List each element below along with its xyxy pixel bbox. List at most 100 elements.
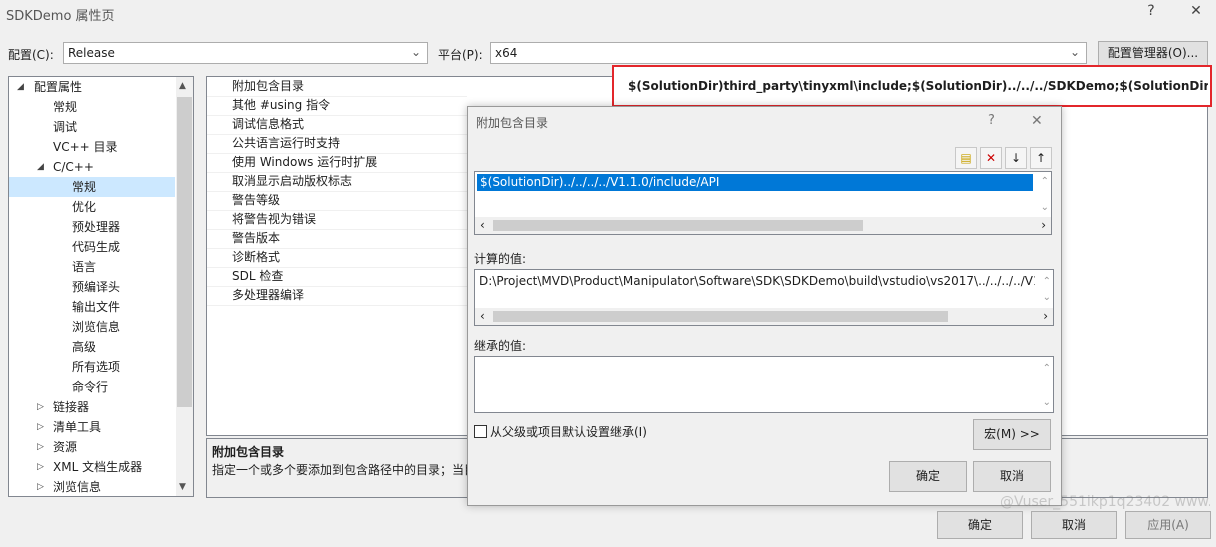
tree-item[interactable]: 常规 [9, 177, 175, 197]
computed-label: 计算的值: [474, 252, 527, 266]
scroll-up-icon[interactable]: ▲ [179, 81, 186, 91]
tree-item[interactable]: ▷ 链接器 [9, 397, 175, 417]
tree-item[interactable]: 常规 [9, 97, 175, 117]
property-name: 将警告视为错误 [232, 212, 317, 226]
computed-hscroll[interactable]: ‹ › [475, 308, 1053, 325]
scroll-left-icon[interactable]: ‹ [480, 309, 485, 323]
tree-item[interactable]: 预编译头 [9, 277, 175, 297]
description-text: 指定一个或多个要添加到包含路径中的目录；当目 [212, 463, 477, 477]
property-row[interactable]: 诊断格式 [207, 248, 467, 268]
property-row[interactable]: 警告版本 [207, 229, 467, 249]
tree-item[interactable]: 语言 [9, 257, 175, 277]
tree-item[interactable]: ▷ 资源 [9, 437, 175, 457]
tree-item-label: 常规 [53, 100, 78, 114]
list-item[interactable]: $(SolutionDir)../../../../V1.1.0/include… [477, 174, 1033, 191]
ok-button[interactable]: 确定 [937, 511, 1023, 539]
property-row[interactable]: 公共语言运行时支持 [207, 134, 467, 154]
delete-icon[interactable]: ✕ [980, 147, 1002, 169]
property-row[interactable]: 其他 #using 指令 [207, 96, 467, 116]
tree-item[interactable]: 代码生成 [9, 237, 175, 257]
config-manager-button[interactable]: 配置管理器(O)... [1098, 41, 1208, 66]
property-tree: ◢ 配置属性 常规 调试 VC++ 目录 ◢ C/C++ 常规 优化 预处理器 代码生成 语言 预编译头… [8, 76, 194, 497]
property-name: 附加包含目录 [232, 79, 305, 93]
dialog-ok-button[interactable]: 确定 [889, 461, 967, 492]
tree-item-label: 预处理器 [72, 220, 121, 234]
property-name: 其他 #using 指令 [232, 98, 331, 112]
tree-item-label: 浏览信息 [53, 480, 102, 494]
chevron-down-icon: ⌄ [410, 45, 421, 59]
tree-item[interactable]: 优化 [9, 197, 175, 217]
scroll-thumb[interactable] [177, 97, 192, 407]
tree-item-label: VC++ 目录 [53, 140, 118, 154]
dialog-close-button[interactable]: ✕ [1031, 113, 1043, 129]
tree-item[interactable]: 所有选项 [9, 357, 175, 377]
scroll-down-icon[interactable]: ▼ [179, 482, 186, 492]
close-button[interactable]: ✕ [1183, 3, 1209, 23]
title-bar: SDKDemo 属性页 ? ✕ [0, 0, 1216, 26]
scroll-up-icon[interactable]: ⌃ [1043, 363, 1051, 374]
highlighted-value[interactable]: $(SolutionDir)third_party\tinyxml\includ… [628, 79, 1208, 93]
tree-expander-icon[interactable]: ▷ [37, 417, 44, 437]
property-row[interactable]: 取消显示启动版权标志 [207, 172, 467, 192]
include-dirs-dialog: 附加包含目录 ? ✕ ▤ ✕ ↓ ↑ $(SolutionDir)../../.… [467, 106, 1062, 506]
scroll-left-icon[interactable]: ‹ [480, 218, 485, 232]
tree-item[interactable]: 浏览信息 [9, 317, 175, 337]
help-button[interactable]: ? [1138, 3, 1164, 23]
tree-item[interactable]: ▷ 清单工具 [9, 417, 175, 437]
property-row[interactable]: 将警告视为错误 [207, 210, 467, 230]
scroll-right-icon[interactable]: › [1043, 309, 1048, 323]
tree-expander-icon[interactable]: ▷ [37, 437, 44, 457]
property-row[interactable]: 使用 Windows 运行时扩展 [207, 153, 467, 173]
scroll-down-icon[interactable]: ⌄ [1043, 397, 1051, 408]
hscroll-thumb[interactable] [493, 220, 863, 231]
highlighted-value-box: $(SolutionDir)third_party\tinyxml\includ… [612, 65, 1212, 107]
tree-item[interactable]: ▷ 浏览信息 [9, 477, 175, 496]
scroll-down-icon[interactable]: ⌄ [1041, 202, 1049, 213]
inherited-value-box: ⌃ ⌄ [474, 356, 1054, 413]
entries-list[interactable]: $(SolutionDir)../../../../V1.1.0/include… [474, 171, 1052, 235]
inherit-checkbox[interactable] [474, 425, 487, 438]
scroll-down-icon[interactable]: ⌄ [1043, 292, 1051, 303]
apply-button[interactable]: 应用(A) [1125, 511, 1211, 539]
tree-item[interactable]: ▷ XML 文档生成器 [9, 457, 175, 477]
property-row[interactable]: 调试信息格式 [207, 115, 467, 135]
tree-scrollbar[interactable]: ▲ ▼ [176, 77, 193, 496]
entries-hscroll[interactable]: ‹ › [475, 217, 1051, 234]
property-name: SDL 检查 [232, 269, 284, 283]
tree-expander-icon[interactable]: ◢ [37, 157, 44, 177]
tree-item[interactable]: 命令行 [9, 377, 175, 397]
tree-item[interactable]: 输出文件 [9, 297, 175, 317]
tree-item-label: 清单工具 [53, 420, 102, 434]
config-select[interactable]: Release ⌄ [63, 42, 428, 64]
platform-label: 平台(P): [438, 48, 483, 62]
tree-expander-icon[interactable]: ▷ [37, 457, 44, 477]
tree-item[interactable]: ◢ 配置属性 [9, 77, 175, 97]
tree-expander-icon[interactable]: ▷ [37, 397, 44, 417]
tree-expander-icon[interactable]: ▷ [37, 477, 44, 496]
new-line-icon[interactable]: ▤ [955, 147, 977, 169]
platform-select[interactable]: x64 ⌄ [490, 42, 1087, 64]
tree-item[interactable]: ◢ C/C++ [9, 157, 175, 177]
tree-item[interactable]: 调试 [9, 117, 175, 137]
tree-expander-icon[interactable]: ◢ [17, 77, 24, 97]
property-row[interactable]: 警告等级 [207, 191, 467, 211]
tree-item[interactable]: 高级 [9, 337, 175, 357]
tree-item-label: 代码生成 [72, 240, 121, 254]
dialog-help-button[interactable]: ? [988, 113, 995, 128]
property-row[interactable]: 附加包含目录 [207, 77, 467, 97]
tree-item-label: 资源 [53, 440, 78, 454]
hscroll-thumb[interactable] [493, 311, 948, 322]
property-row[interactable]: 多处理器编译 [207, 286, 467, 306]
scroll-up-icon[interactable]: ⌃ [1043, 276, 1051, 287]
macro-button[interactable]: 宏(M) >> [973, 419, 1051, 450]
move-up-icon[interactable]: ↑ [1030, 147, 1052, 169]
move-down-icon[interactable]: ↓ [1005, 147, 1027, 169]
tree-item[interactable]: 预处理器 [9, 217, 175, 237]
property-row[interactable]: SDL 检查 [207, 267, 467, 287]
scroll-right-icon[interactable]: › [1041, 218, 1046, 232]
property-name: 诊断格式 [232, 250, 281, 264]
tree-item[interactable]: VC++ 目录 [9, 137, 175, 157]
scroll-up-icon[interactable]: ⌃ [1041, 176, 1049, 187]
dialog-cancel-button[interactable]: 取消 [973, 461, 1051, 492]
cancel-button[interactable]: 取消 [1031, 511, 1117, 539]
